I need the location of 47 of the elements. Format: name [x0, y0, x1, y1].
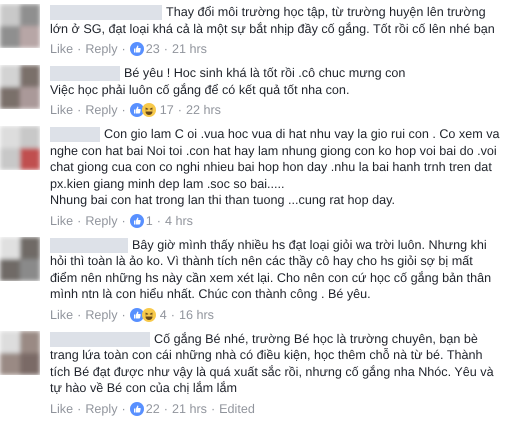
- comment-action-link[interactable]: Reply: [85, 41, 118, 57]
- separator-dot: ·: [122, 400, 126, 416]
- comment-action-link[interactable]: Like: [50, 306, 74, 322]
- comment-action-link[interactable]: Reply: [85, 102, 118, 118]
- comment-text: Việc học phải luôn cố gắng để có kết quả tốt nha con.: [50, 82, 350, 98]
- thumbs-up-icon: [130, 42, 144, 56]
- separator-dot: ·: [77, 102, 82, 118]
- thumbs-up-icon: [130, 402, 144, 416]
- comment-text: Con gio lam C oi .vua hoc vua di hat nhu vay la gio rui con . Co xem va nghe con hat bai Noi toi .con hat hay lam nhung giong con ko hop voi bai do .voi chat giong cua con co nghi nhieu bai hop hon day .nhu la bai hanh trnh tren dat px.kien giang minh dep lam .soc so bai.....: [50, 126, 501, 192]
- comment-action-link[interactable]: Reply: [85, 306, 118, 322]
- comment-action-link[interactable]: Like: [50, 400, 74, 416]
- separator-dot: ·: [122, 306, 126, 322]
- comment-time: 21 hrs: [172, 400, 207, 416]
- thumbs-up-icon: [130, 214, 144, 228]
- separator-dot: ·: [156, 212, 161, 228]
- reaction-count: 22: [146, 400, 160, 416]
- comment-action-link[interactable]: Reply: [85, 212, 118, 228]
- reaction-count: 23: [146, 41, 160, 57]
- comment-action-link[interactable]: Like: [50, 102, 74, 118]
- separator-dot: ·: [164, 400, 168, 416]
- separator-dot: ·: [77, 306, 82, 322]
- separator-dot: ·: [170, 306, 175, 322]
- comment-time: 4 hrs: [164, 212, 193, 228]
- comment-time: 21 hrs: [172, 41, 207, 57]
- separator-dot: ·: [77, 212, 82, 228]
- separator-dot: ·: [122, 41, 126, 57]
- comment-action-link[interactable]: Reply: [85, 400, 118, 416]
- comment-action-link[interactable]: Like: [50, 41, 74, 57]
- separator-dot: ·: [122, 102, 126, 118]
- comment-text: Nhung bai con hat trong lan thi than tuong ...cung rat hop day.: [50, 192, 396, 208]
- thumbs-up-icon: [130, 308, 144, 322]
- comment-action-link[interactable]: Like: [50, 212, 74, 228]
- thumbs-up-icon: [130, 103, 144, 117]
- reaction-count: 17: [160, 102, 174, 118]
- separator-dot: ·: [77, 41, 82, 57]
- separator-dot: ·: [164, 41, 168, 57]
- separator-dot: ·: [122, 212, 126, 228]
- comment-time: 22 hrs: [186, 102, 221, 118]
- separator-dot: ·: [178, 102, 182, 118]
- reaction-count: 4: [160, 306, 167, 322]
- laughing-face-icon: [142, 103, 156, 117]
- laughing-face-icon: [142, 308, 156, 322]
- comment-time: 16 hrs: [178, 306, 214, 322]
- separator-dot: ·: [210, 400, 216, 416]
- reaction-count: 1: [146, 212, 153, 228]
- separator-dot: ·: [77, 400, 82, 416]
- edited-label: Edited: [219, 400, 255, 416]
